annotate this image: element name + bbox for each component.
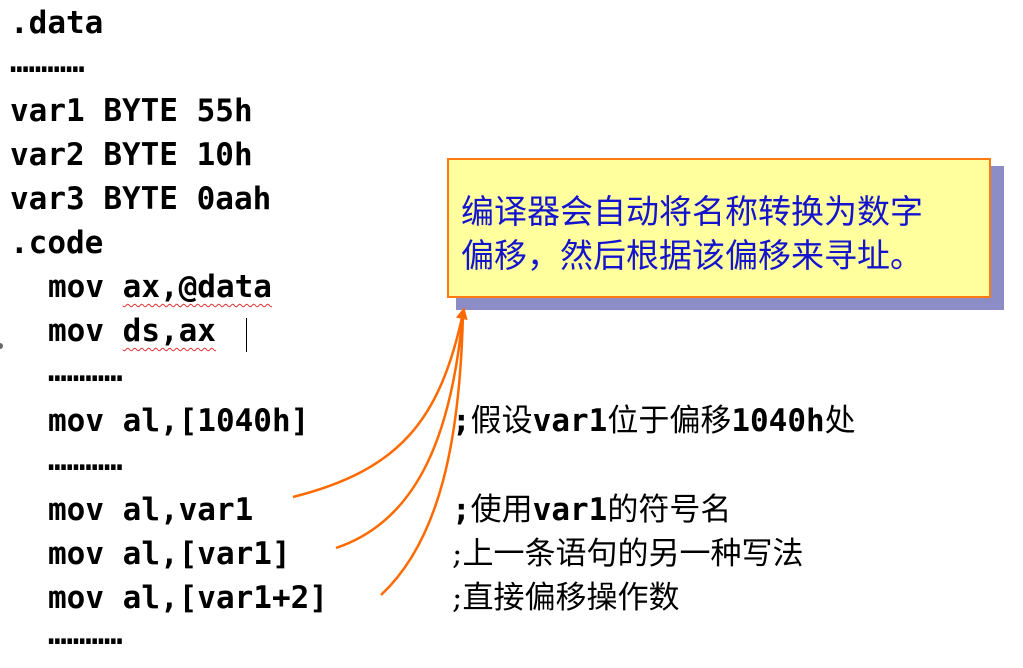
arrow-from-var1 — [292, 307, 468, 499]
arrows-layer — [292, 307, 468, 596]
arrow-from-bracket-var1 — [335, 312, 465, 550]
